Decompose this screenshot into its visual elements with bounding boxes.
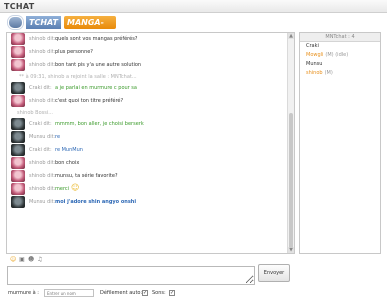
chat-message: Munsu dit: moi j'adore shin angyo onshi (9, 196, 294, 209)
logo-avatar-icon (8, 16, 23, 29)
user-name: shinob (306, 70, 323, 76)
sound-label: Sons: (152, 290, 166, 296)
chat-message: shinob dit: plus personne? (9, 46, 294, 59)
message-text: mmmm, bon aller, je choisi berserk (55, 121, 144, 127)
message-text: re MunMun (55, 147, 83, 153)
chat-message: shinob dit: quels sont vos mangas préféré… (9, 33, 294, 46)
avatar[interactable] (11, 183, 25, 195)
user-status: (M) (idle) (325, 52, 349, 58)
logo-brand-text: MANGA-NEWS (64, 16, 116, 40)
message-list: shinob dit: quels sont vos mangas préféré… (7, 33, 294, 209)
message-text: re (55, 134, 61, 140)
message-text: a je parlai en murmure c pour sa (55, 85, 137, 91)
message-author[interactable]: Munsu dit: (29, 134, 55, 140)
avatar[interactable] (11, 46, 25, 58)
message-author[interactable]: shinob dit: (29, 98, 55, 104)
avatar[interactable] (11, 82, 25, 94)
message-author[interactable]: Munsu dit: (29, 199, 55, 205)
user-name: Mowgli (306, 52, 324, 58)
chat-message: shinob dit: c'est quoi ton titre préféré? (9, 95, 294, 108)
chat-scrollbar[interactable]: ▲ ▼ (287, 33, 294, 253)
avatar[interactable] (11, 170, 25, 182)
message-text: munsu, ta série favorite? (55, 173, 118, 179)
user-name: Craki (306, 43, 319, 49)
message-author[interactable]: Craki dit: (29, 85, 52, 91)
message-author[interactable]: shinob dit: (29, 186, 55, 192)
message-author[interactable]: Craki dit: (29, 147, 52, 153)
sound-checkbox[interactable]: ✓ (169, 290, 175, 296)
composer-options: murmure à : Défilement auto: ✓ Sons: ✓ (8, 288, 308, 298)
avatar[interactable] (11, 33, 25, 45)
user-list-panel: MNTchat : 4 Craki Mowgli (M) (idle) Munsu sh… (299, 32, 381, 254)
title-bar: TCHAT (0, 0, 387, 13)
avatar[interactable] (11, 131, 25, 143)
whisper-input[interactable] (44, 289, 94, 297)
user-item[interactable]: shinob (M) (300, 69, 380, 78)
user-status: (M) (324, 70, 333, 76)
scroll-down-arrow-icon[interactable]: ▼ (288, 247, 294, 253)
whisper-label: murmure à : (8, 290, 39, 296)
system-message: shinob Bossi... (17, 110, 54, 116)
logo-tchat-text: TCHAT (26, 16, 61, 29)
logo: TCHAT MANGA-NEWS (8, 16, 116, 40)
message-author[interactable]: shinob dit: (29, 62, 55, 68)
scroll-thumb[interactable] (289, 113, 293, 253)
user-item[interactable]: Munsu (300, 60, 380, 69)
chat-message: Craki dit: a je parlai en murmure c pour … (9, 82, 294, 95)
autoscroll-checkbox[interactable]: ✓ (142, 290, 148, 296)
user-item[interactable]: Mowgli (M) (idle) (300, 51, 380, 60)
app-title: TCHAT (4, 2, 35, 11)
send-button[interactable]: Envoyer (258, 264, 290, 282)
message-author[interactable]: shinob dit: (29, 49, 55, 55)
chat-message: shinob dit: munsu, ta série favorite? (9, 170, 294, 183)
message-text: bon choix (55, 160, 80, 166)
message-input[interactable] (7, 266, 255, 285)
avatar[interactable] (11, 157, 25, 169)
composer-toolbar: ☺ ▣ ☻ ♫ (10, 257, 70, 264)
chat-message: shinob dit: merci ☺ (9, 183, 294, 196)
avatar[interactable] (11, 95, 25, 107)
chat-message: Craki dit: mmmm, bon aller, je choisi ber… (9, 118, 294, 131)
message-text: bon tant pis y'a une autre solution (55, 62, 142, 68)
message-text: quels sont vos mangas préférés? (55, 36, 138, 42)
avatar[interactable] (11, 144, 25, 156)
smiley-icon[interactable]: ☺ (10, 257, 16, 263)
chat-message: Craki dit: re MunMun (9, 144, 294, 157)
message-author[interactable]: shinob dit: (29, 173, 55, 179)
chat-message: Munsu dit: re (9, 131, 294, 144)
user-list-header: MNTchat : 4 (300, 33, 380, 42)
system-message: ** à 09:31, shinob a rejoint la salle : … (19, 74, 137, 80)
chat-log[interactable]: shinob dit: quels sont vos mangas préféré… (6, 32, 295, 254)
avatar[interactable] (11, 59, 25, 71)
chat-message: shinob dit: bon tant pis y'a une autre so… (9, 59, 294, 72)
message-text: moi j'adore shin angyo onshi (55, 199, 137, 205)
message-author[interactable]: shinob dit: (29, 36, 55, 42)
user-name: Munsu (306, 61, 323, 67)
chat-message: shinob dit: bon choix (9, 157, 294, 170)
user-list: Craki Mowgli (M) (idle) Munsu shinob (M) (300, 42, 380, 78)
avatar[interactable] (11, 118, 25, 130)
message-text: merci (55, 186, 70, 192)
user-icon[interactable]: ☻ (28, 257, 34, 263)
message-text: plus personne? (55, 49, 93, 55)
smiley-emoticon-icon: ☺ (71, 183, 80, 192)
message-author[interactable]: shinob dit: (29, 160, 55, 166)
message-text: c'est quoi ton titre préféré? (55, 98, 124, 104)
message-author[interactable]: Craki dit: (29, 121, 52, 127)
autoscroll-label: Défilement auto: (100, 290, 143, 296)
sound-icon[interactable]: ♫ (37, 257, 43, 263)
color-picker-icon[interactable]: ▣ (19, 257, 25, 263)
scroll-up-arrow-icon[interactable]: ▲ (288, 33, 294, 39)
avatar[interactable] (11, 196, 25, 208)
user-item[interactable]: Craki (300, 42, 380, 51)
